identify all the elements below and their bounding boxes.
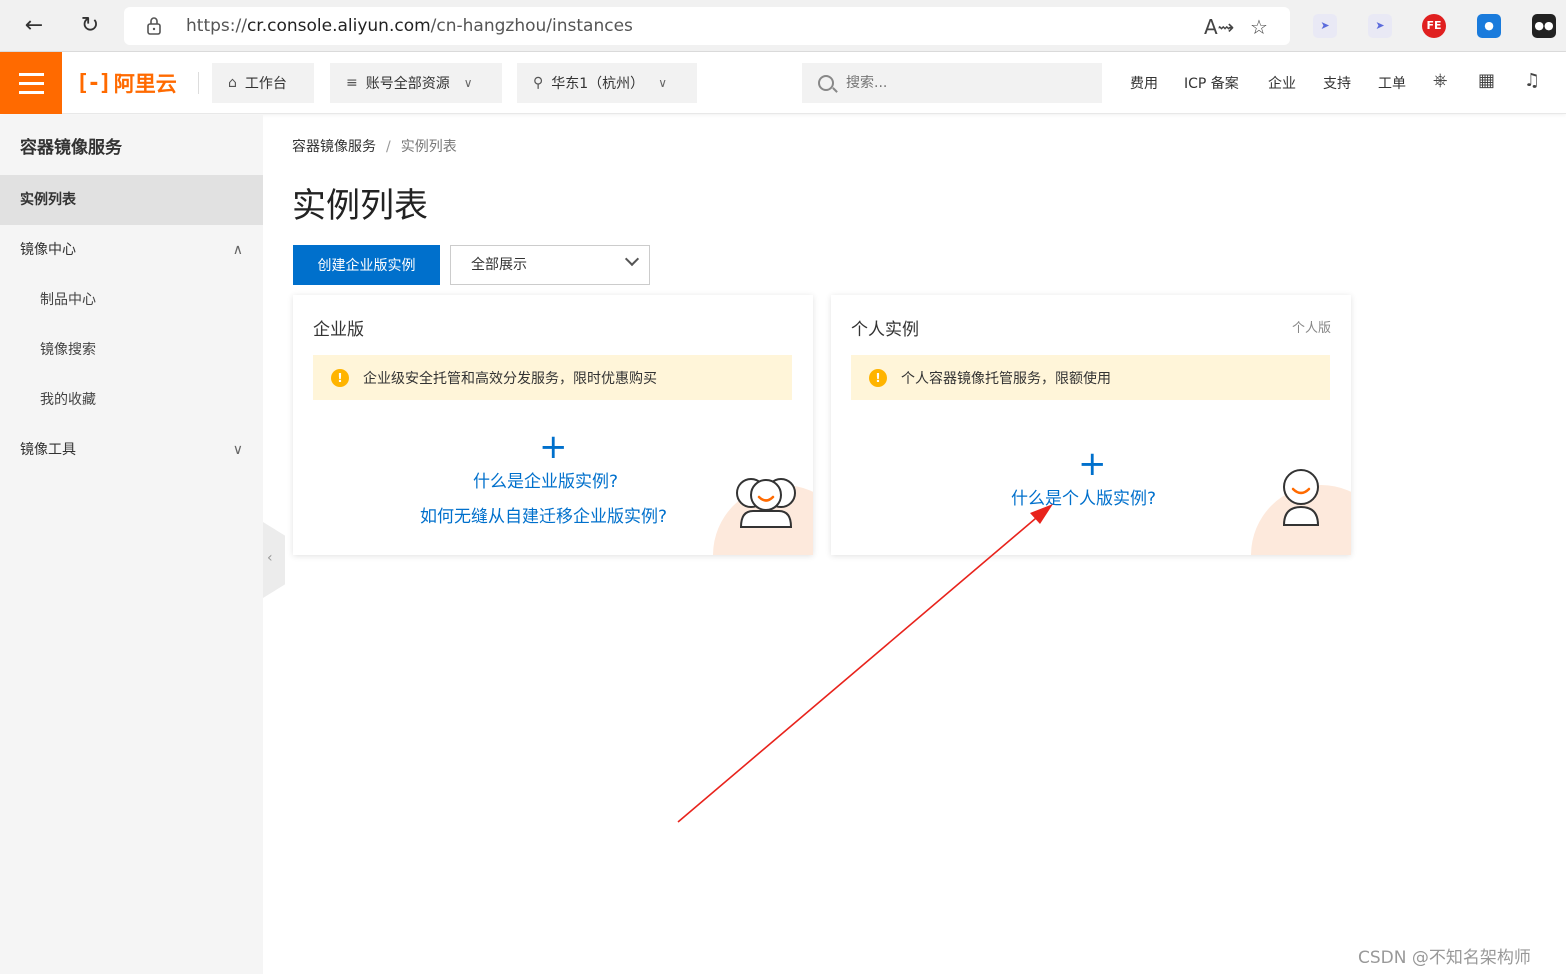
chevron-down-icon (624, 251, 640, 267)
card-title: 个人实例 (851, 320, 919, 340)
region-dropdown[interactable]: ⚲ 华东1（杭州） ∨ (517, 63, 697, 103)
extension-person-icon[interactable]: ● (1477, 14, 1501, 38)
sidebar-item-favorites[interactable]: 我的收藏 (0, 375, 263, 425)
personal-card: 个人实例 个人版 ! 个人容器镜像托管服务，限额使用 + 什么是个人版实例? (831, 295, 1351, 555)
search-icon (818, 75, 834, 91)
sidebar: 容器镜像服务 实例列表 镜像中心 ∧ 制品中心 镜像搜索 我的收藏 镜像工具 ∨ (0, 115, 263, 974)
header-link-ticket[interactable]: 工单 (1378, 73, 1406, 93)
resources-dropdown[interactable]: ≡ 账号全部资源 ∨ (330, 63, 502, 103)
extension-fe-icon[interactable]: FE (1422, 14, 1446, 38)
chevron-up-icon: ∧ (232, 242, 243, 258)
chevron-down-icon: ∨ (232, 442, 243, 458)
address-bar[interactable]: https://cr.console.aliyun.com/cn-hangzho… (124, 7, 1290, 45)
sidebar-item-artifact-center[interactable]: 制品中心 (0, 275, 263, 325)
sidebar-item-image-search[interactable]: 镜像搜索 (0, 325, 263, 375)
header-link-support[interactable]: 支持 (1323, 73, 1351, 93)
home-icon: ⌂ (228, 75, 237, 91)
migrate-enterprise-link[interactable]: 如何无缝从自建迁移企业版实例? (420, 502, 667, 527)
sidebar-item-image-center[interactable]: 镜像中心 ∧ (0, 225, 263, 275)
extension-tampermonkey-icon[interactable]: ●● (1532, 14, 1556, 38)
sidebar-item-instances[interactable]: 实例列表 (0, 175, 263, 225)
card-tag: 个人版 (1291, 321, 1331, 336)
page-title: 实例列表 (292, 186, 428, 226)
browser-toolbar: ← ↻ https://cr.console.aliyun.com/cn-han… (0, 0, 1566, 52)
display-filter-select[interactable]: 全部展示 (450, 245, 650, 285)
what-is-personal-link[interactable]: 什么是个人版实例? (1011, 484, 1156, 509)
aliyun-logo[interactable]: [-] 阿里云 (76, 68, 177, 98)
plus-icon[interactable]: + (539, 430, 568, 464)
workbench-button[interactable]: ⌂ 工作台 (212, 63, 314, 103)
server-icon: ≡ (346, 75, 358, 91)
aliyun-logo-mark: [-] (76, 70, 112, 96)
chevron-down-icon: ∨ (463, 76, 473, 90)
chevron-down-icon: ∨ (658, 76, 667, 90)
breadcrumb-item-service[interactable]: 容器镜像服务 (292, 139, 376, 155)
plus-icon[interactable]: + (1078, 447, 1107, 481)
read-aloud-icon[interactable]: A⇝ (1204, 15, 1234, 39)
create-enterprise-instance-button[interactable]: 创建企业版实例 (293, 245, 440, 285)
reload-icon[interactable]: ↻ (76, 12, 104, 40)
sidebar-item-image-tools[interactable]: 镜像工具 ∨ (0, 425, 263, 475)
bell-icon[interactable]: ♫ (1524, 70, 1540, 91)
chevron-left-icon: ‹ (267, 550, 273, 566)
warning-icon: ! (869, 368, 887, 387)
sidebar-collapse-handle[interactable]: ‹ (263, 522, 285, 598)
watermark: CSDN @不知名架构师 (1358, 948, 1531, 968)
enterprise-card: 企业版 ! 企业级安全托管和高效分发服务，限时优惠购买 + 什么是企业版实例? … (293, 295, 813, 555)
what-is-enterprise-link[interactable]: 什么是企业版实例? (473, 467, 618, 492)
breadcrumb: 容器镜像服务 / 实例列表 (292, 136, 457, 156)
notice-banner: ! 企业级安全托管和高效分发服务，限时优惠购买 (313, 355, 792, 400)
warning-icon: ! (331, 368, 349, 387)
terminal-icon[interactable]: ▦ (1478, 70, 1495, 91)
extension-bird-icon-2[interactable]: ➤ (1368, 14, 1392, 38)
header-link-enterprise[interactable]: 企业 (1268, 73, 1296, 93)
person-avatar-icon (1282, 469, 1320, 526)
api-icon[interactable]: ⎈ (1433, 70, 1447, 91)
back-arrow-icon[interactable]: ← (20, 12, 48, 40)
location-pin-icon: ⚲ (533, 75, 544, 91)
divider (198, 72, 199, 94)
sidebar-title: 容器镜像服务 (20, 138, 122, 158)
console-header: [-] 阿里云 ⌂ 工作台 ≡ 账号全部资源 ∨ ⚲ 华东1（杭州） ∨ 费用 … (0, 52, 1566, 114)
search-box[interactable] (802, 63, 1102, 103)
search-input[interactable] (846, 75, 1076, 91)
url-text: https://cr.console.aliyun.com/cn-hangzho… (186, 16, 633, 36)
group-avatar-icon (736, 478, 796, 528)
notice-banner: ! 个人容器镜像托管服务，限额使用 (851, 355, 1330, 400)
header-link-billing[interactable]: 费用 (1130, 73, 1158, 93)
add-favorite-icon[interactable]: ☆ (1250, 15, 1268, 39)
menu-icon[interactable] (0, 52, 62, 114)
breadcrumb-separator: / (386, 139, 391, 155)
extension-bird-icon[interactable]: ➤ (1313, 14, 1337, 38)
lock-icon (147, 17, 161, 35)
breadcrumb-item-current: 实例列表 (400, 139, 457, 155)
card-title: 企业版 (313, 320, 364, 340)
header-link-icp[interactable]: ICP 备案 (1184, 73, 1239, 93)
